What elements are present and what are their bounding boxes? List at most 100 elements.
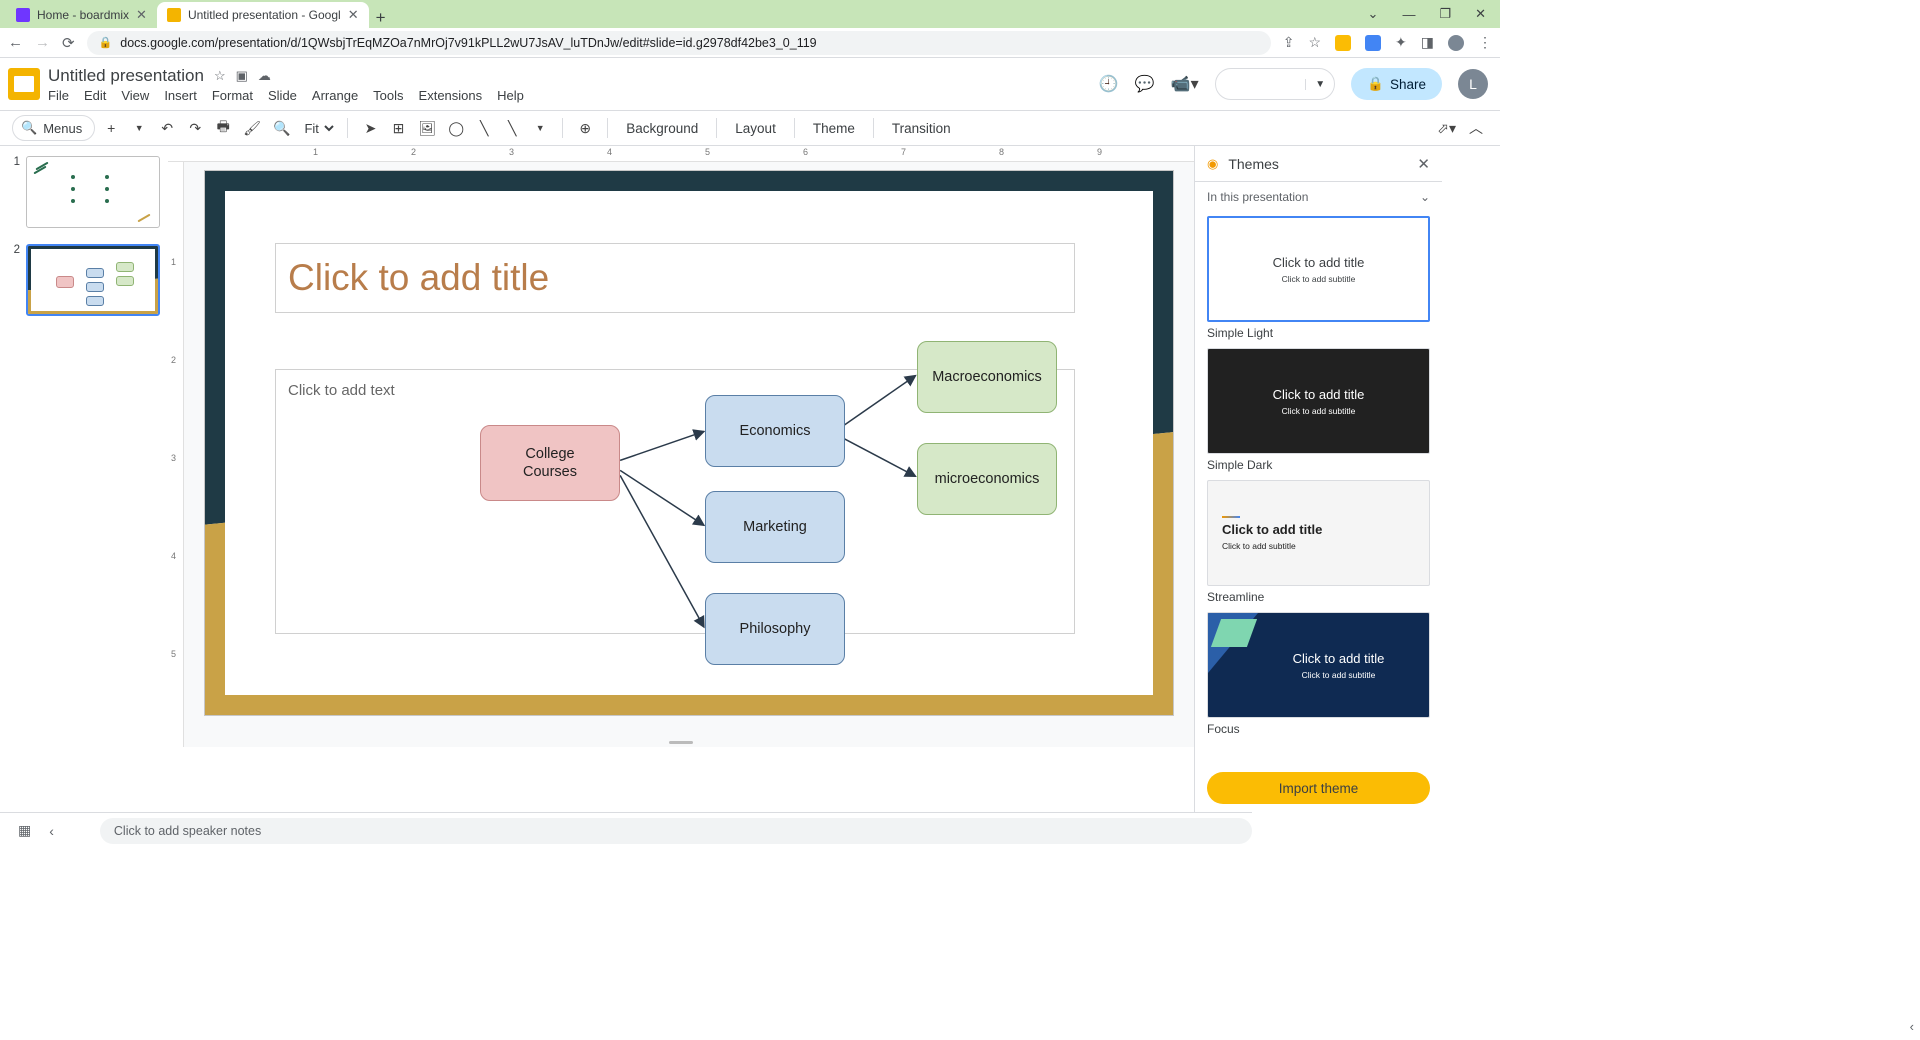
line-tool-2[interactable]: ╲ [500, 115, 524, 141]
canvas-area: 1 2 3 4 5 6 7 8 9 1 2 3 4 5 C [168, 146, 1194, 747]
print-button[interactable]: 🖶 [211, 115, 235, 141]
close-icon[interactable]: ✕ [1417, 155, 1430, 173]
browser-tab-boardmix[interactable]: Home - boardmix ✕ [6, 2, 157, 28]
sidepanel-icon[interactable]: ◨ [1421, 34, 1434, 51]
url-input[interactable]: 🔒 docs.google.com/presentation/d/1QWsbjT… [87, 31, 1271, 55]
node-marketing[interactable]: Marketing [705, 491, 845, 563]
theme-button[interactable]: Theme [805, 121, 863, 136]
window-controls: ⌄ — ❐ ✕ [1368, 0, 1500, 28]
zoom-icon[interactable]: 🔍 [269, 115, 294, 141]
pointer-mode[interactable]: ⬀▾ [1433, 115, 1460, 141]
share-button[interactable]: 🔒 Share [1351, 68, 1442, 100]
close-icon[interactable]: ✕ [136, 7, 147, 23]
grid-view-icon[interactable]: ▦ [18, 822, 31, 839]
node-economics[interactable]: Economics [705, 395, 845, 467]
themes-section-toggle[interactable]: In this presentation ⌄ [1195, 182, 1442, 212]
node-philosophy[interactable]: Philosophy [705, 593, 845, 665]
speaker-notes-input[interactable]: Click to add speaker notes [100, 818, 1252, 844]
close-window-icon[interactable]: ✕ [1475, 6, 1486, 22]
menu-extensions[interactable]: Extensions [419, 88, 483, 103]
forward-icon[interactable]: → [35, 34, 50, 51]
move-icon[interactable]: ▣ [236, 68, 248, 84]
lock-icon: 🔒 [1367, 76, 1384, 92]
new-slide-button[interactable]: + [99, 115, 123, 141]
cloud-status-icon: ☁ [258, 68, 271, 84]
slide-canvas[interactable]: Click to add title Click to add text Col… [204, 170, 1174, 716]
menu-format[interactable]: Format [212, 88, 253, 103]
ext-icon[interactable] [1335, 35, 1351, 51]
zoom-select[interactable]: Fit [298, 120, 337, 137]
speaker-notes-bar: ▦ ‹ Click to add speaker notes [0, 812, 1252, 848]
chevron-down-icon[interactable]: ⌄ [1368, 6, 1379, 22]
close-icon[interactable]: ✕ [348, 7, 359, 23]
doc-title[interactable]: Untitled presentation [48, 66, 204, 86]
title-placeholder[interactable]: Click to add title [275, 243, 1075, 313]
bookmark-icon[interactable]: ☆ [1308, 34, 1321, 51]
transition-button[interactable]: Transition [884, 121, 959, 136]
menu-help[interactable]: Help [497, 88, 524, 103]
line-tool[interactable]: ╲ [472, 115, 496, 141]
share-label: Share [1390, 77, 1426, 92]
menu-arrange[interactable]: Arrange [312, 88, 358, 103]
search-menus[interactable]: 🔍 Menus [12, 115, 95, 141]
menu-file[interactable]: File [48, 88, 69, 103]
slide-thumb-1[interactable] [26, 156, 160, 228]
menu-slide[interactable]: Slide [268, 88, 297, 103]
back-icon[interactable]: ← [8, 34, 23, 51]
reload-icon[interactable]: ⟳ [62, 34, 75, 52]
menu-insert[interactable]: Insert [164, 88, 197, 103]
themes-icon: ◉ [1207, 156, 1218, 172]
star-icon[interactable]: ☆ [214, 68, 226, 84]
new-slide-dropdown[interactable]: ▼ [127, 115, 151, 141]
image-tool[interactable]: 🖼 [414, 115, 440, 141]
history-icon[interactable]: 🕘 [1099, 74, 1119, 94]
line-dropdown[interactable]: ▼ [528, 115, 552, 141]
node-macro[interactable]: Macroeconomics [917, 341, 1057, 413]
comments-icon[interactable]: 💬 [1135, 74, 1155, 94]
shape-tool[interactable]: ◯ [444, 115, 468, 141]
themes-list[interactable]: Click to add title Click to add subtitle… [1195, 212, 1442, 764]
resize-handle[interactable] [669, 741, 693, 744]
theme-simple-dark[interactable]: Click to add title Click to add subtitle [1207, 348, 1430, 454]
select-tool[interactable]: ➤ [358, 115, 382, 141]
node-micro[interactable]: microeconomics [917, 443, 1057, 515]
extensions-icon[interactable]: ✦ [1395, 34, 1407, 51]
theme-label: Focus [1207, 722, 1430, 736]
theme-streamline[interactable]: Click to add title Click to add subtitle [1207, 480, 1430, 586]
menu-bar: File Edit View Insert Format Slide Arran… [48, 88, 524, 103]
ext-icon[interactable] [1365, 35, 1381, 51]
slides-logo-icon[interactable] [8, 68, 40, 100]
menu-icon[interactable]: ⋮ [1478, 34, 1492, 51]
paint-format-button[interactable]: 🖌 [239, 115, 265, 141]
theme-label: Simple Dark [1207, 458, 1430, 472]
layout-button[interactable]: Layout [727, 121, 784, 136]
undo-button[interactable]: ↶ [155, 115, 179, 141]
collapse-icon[interactable]: ‹ [49, 823, 54, 839]
textbox-tool[interactable]: ⊞ [386, 115, 410, 141]
theme-focus[interactable]: Click to add title Click to add subtitle [1207, 612, 1430, 718]
ruler-horizontal: 1 2 3 4 5 6 7 8 9 [168, 146, 1194, 162]
menu-tools[interactable]: Tools [373, 88, 403, 103]
theme-simple-light[interactable]: Click to add title Click to add subtitle [1207, 216, 1430, 322]
import-theme-button[interactable]: Import theme [1207, 772, 1430, 804]
menu-edit[interactable]: Edit [84, 88, 106, 103]
present-icon[interactable]: 📹▾ [1171, 74, 1199, 94]
node-root[interactable]: College Courses [480, 425, 620, 501]
slide-number: 2 [8, 244, 20, 316]
minimize-icon[interactable]: — [1402, 7, 1415, 22]
themes-title: Themes [1228, 156, 1407, 172]
avatar[interactable]: L [1458, 69, 1488, 99]
menu-view[interactable]: View [121, 88, 149, 103]
maximize-icon[interactable]: ❐ [1439, 6, 1451, 22]
slide-thumb-2[interactable] [26, 244, 160, 316]
comment-button[interactable]: ⊕ [573, 115, 597, 141]
browser-tab-slides[interactable]: Untitled presentation - Googl ✕ [157, 2, 369, 28]
slideshow-dropdown[interactable]: ▼ [1305, 79, 1334, 90]
url-text: docs.google.com/presentation/d/1QWsbjTrE… [120, 36, 816, 50]
explore-icon[interactable]: ‹ [1910, 1019, 1914, 1034]
profile-icon[interactable] [1448, 35, 1464, 51]
new-tab-button[interactable]: + [369, 8, 393, 28]
background-button[interactable]: Background [618, 121, 706, 136]
hide-menus-button[interactable]: ︿ [1464, 115, 1488, 141]
redo-button[interactable]: ↷ [183, 115, 207, 141]
